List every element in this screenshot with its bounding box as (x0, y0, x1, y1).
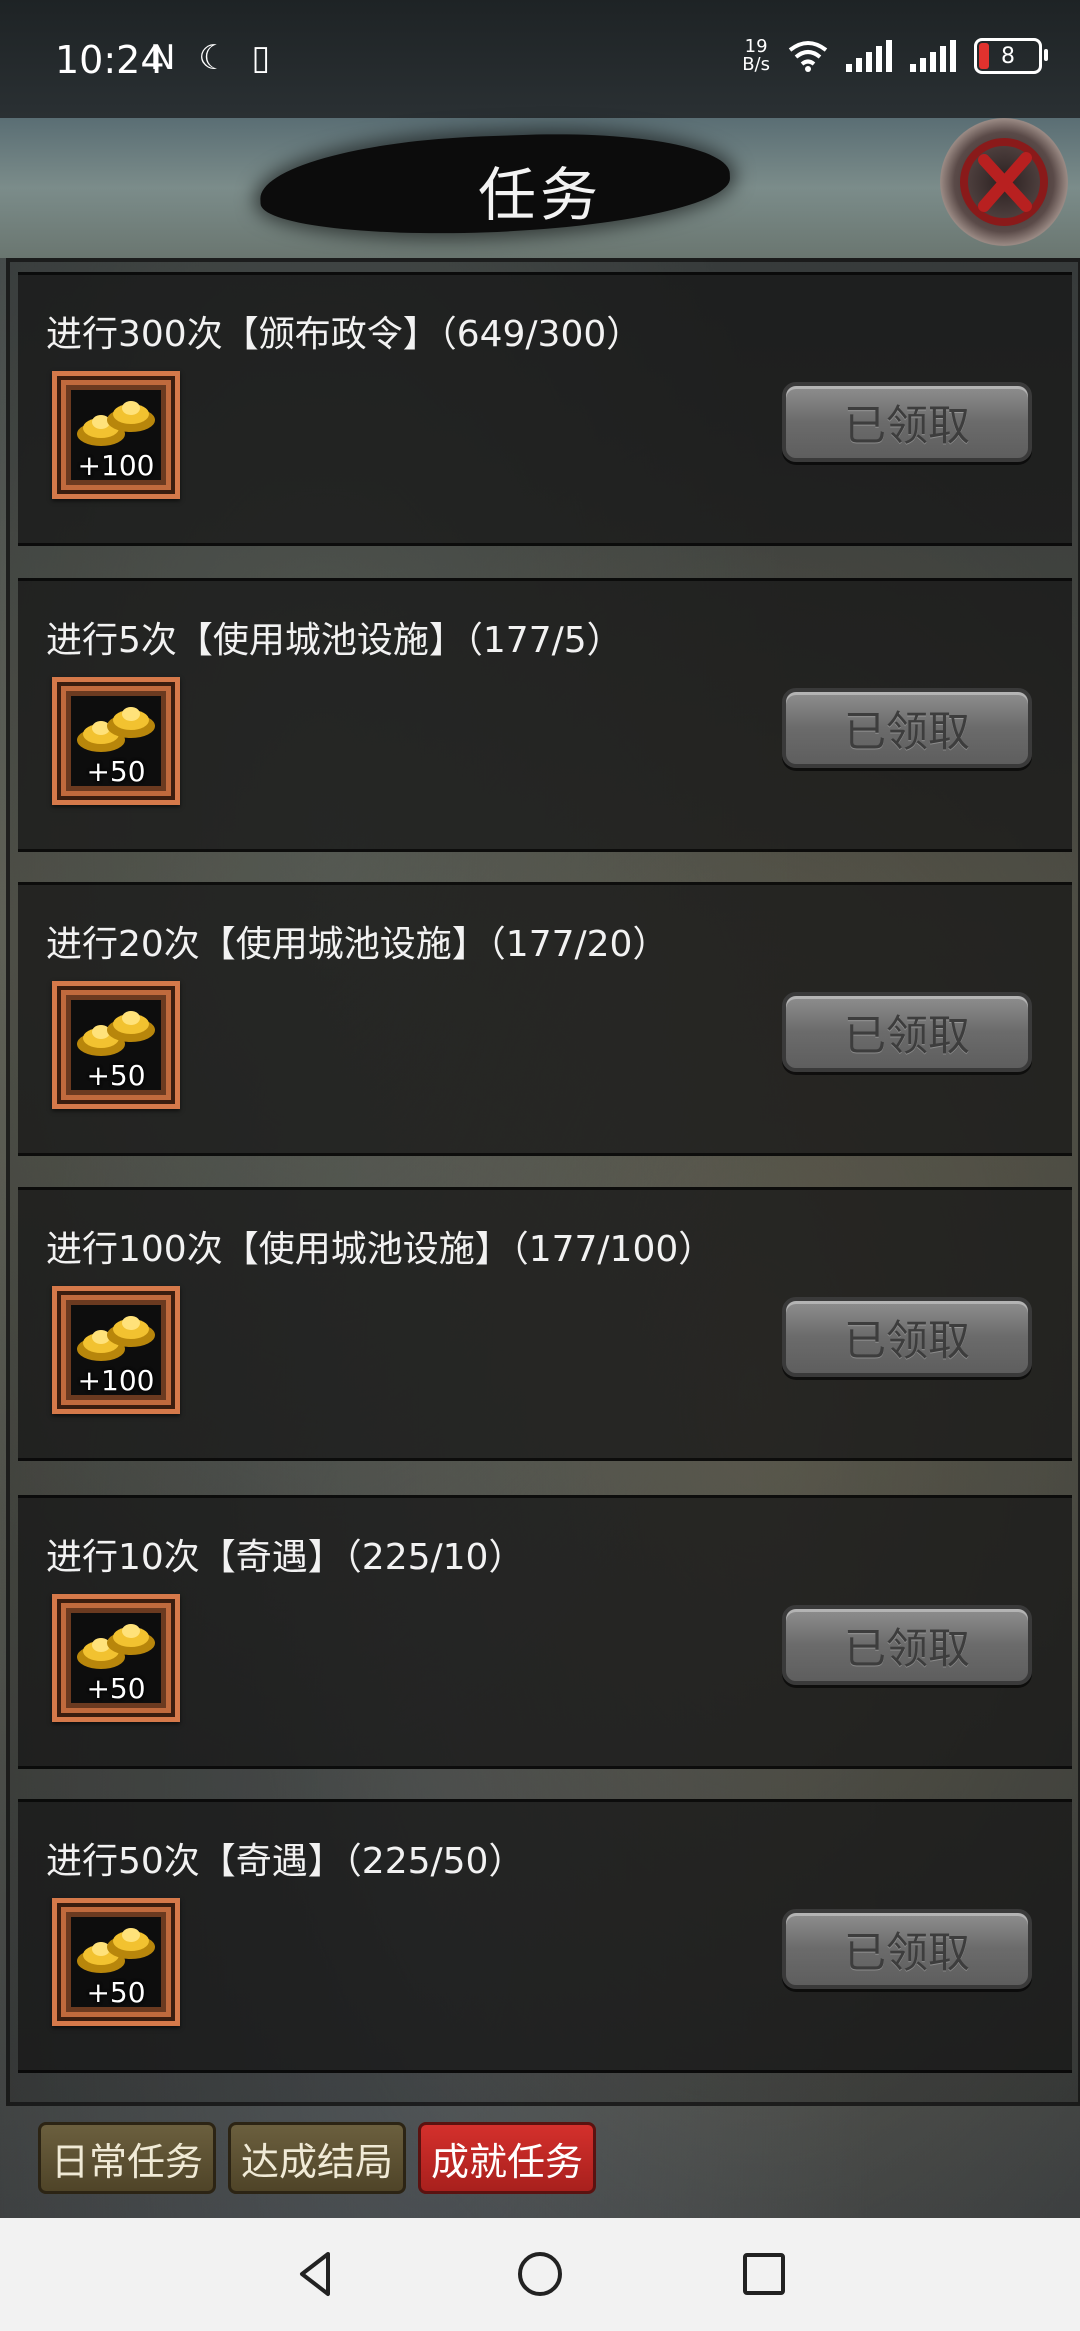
reward-item[interactable]: +50 (52, 677, 180, 805)
claimed-button[interactable]: 已领取 (782, 1909, 1032, 1989)
tab-2[interactable]: 成就任务 (418, 2122, 597, 2194)
task-row: 进行50次【奇遇】（225/50） +50 已领取 (18, 1799, 1072, 2073)
back-icon[interactable] (290, 2248, 342, 2300)
page-title: 任务 (477, 161, 602, 229)
status-time: 10:24 (55, 38, 165, 82)
task-title: 进行100次【使用城池设施】（177/100） (46, 1229, 715, 1270)
task-title: 进行5次【使用城池设施】（177/5） (46, 620, 623, 661)
gold-ingot-icon (77, 401, 155, 446)
gold-ingot-icon (77, 707, 155, 752)
claimed-button[interactable]: 已领取 (782, 992, 1032, 1072)
bottom-tabs: 日常任务 达成结局 成就任务 (38, 2122, 597, 2194)
close-button[interactable] (940, 118, 1068, 246)
reward-item[interactable]: +100 (52, 371, 180, 499)
home-icon[interactable] (514, 2248, 566, 2300)
net-speed: 19 B/s (742, 36, 770, 75)
battery-icon: 8 (974, 38, 1048, 74)
gold-ingot-icon (77, 1624, 155, 1669)
gold-ingot-icon (77, 1928, 155, 1973)
reward-amount: +50 (86, 755, 146, 788)
reward-amount: +50 (86, 1059, 146, 1092)
status-left-icons: N ☾ ▯ (150, 38, 277, 78)
tab-1[interactable]: 达成结局 (228, 2122, 407, 2194)
task-title: 进行300次【颁布政令】（649/300） (46, 314, 643, 355)
signal-icon (846, 40, 892, 72)
tab-0[interactable]: 日常任务 (38, 2122, 217, 2194)
claimed-button[interactable]: 已领取 (782, 1297, 1032, 1377)
reward-amount: +100 (77, 1364, 155, 1397)
task-row: 进行300次【颁布政令】（649/300） +100 已领取 (18, 272, 1072, 546)
close-icon (960, 138, 1048, 226)
reward-amount: +100 (77, 449, 155, 482)
claimed-button[interactable]: 已领取 (782, 1605, 1032, 1685)
task-row: 进行100次【使用城池设施】（177/100） +100 已领取 (18, 1187, 1072, 1461)
status-bar: 10:24 N ☾ ▯ 19 B/s 8 (0, 0, 1080, 118)
reward-item[interactable]: +50 (52, 1594, 180, 1722)
gold-ingot-icon (77, 1011, 155, 1056)
reward-amount: +50 (86, 1672, 146, 1705)
reward-item[interactable]: +50 (52, 1898, 180, 2026)
claimed-button[interactable]: 已领取 (782, 688, 1032, 768)
task-title: 进行10次【奇遇】（225/10） (46, 1537, 525, 1578)
task-title: 进行20次【使用城池设施】（177/20） (46, 924, 669, 965)
task-list[interactable]: 进行300次【颁布政令】（649/300） +100 已领取 进行5次【使用城池设施】… (6, 258, 1080, 2106)
task-row: 进行20次【使用城池设施】（177/20） +50 已领取 (18, 882, 1072, 1156)
recents-icon[interactable] (738, 2248, 790, 2300)
navigation-bar (0, 2218, 1080, 2331)
task-row: 进行10次【奇遇】（225/10） +50 已领取 (18, 1495, 1072, 1769)
task-title: 进行50次【奇遇】（225/50） (46, 1841, 525, 1882)
reward-item[interactable]: +100 (52, 1286, 180, 1414)
claimed-button[interactable]: 已领取 (782, 382, 1032, 462)
reward-amount: +50 (86, 1976, 146, 2009)
task-row: 进行5次【使用城池设施】（177/5） +50 已领取 (18, 578, 1072, 852)
wifi-icon (788, 41, 828, 72)
signal-icon-2 (910, 40, 956, 72)
title-bar: 任务 (0, 118, 1080, 258)
reward-item[interactable]: +50 (52, 981, 180, 1109)
gold-ingot-icon (77, 1316, 155, 1361)
